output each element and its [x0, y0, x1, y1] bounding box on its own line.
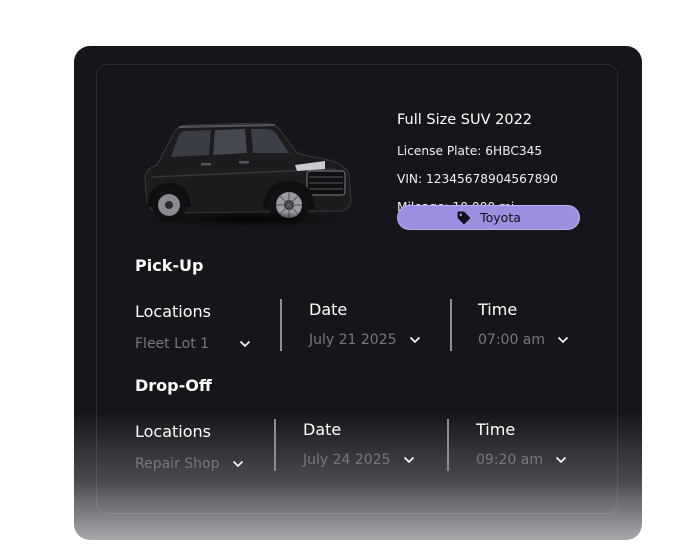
chevron-down-icon [403, 456, 414, 464]
chevron-down-icon [557, 336, 569, 344]
brand-label: Toyota [480, 210, 521, 225]
dropoff-location-value: Repair Shop [135, 456, 220, 472]
dropoff-time-select[interactable]: 09:20 am [476, 452, 567, 468]
dropoff-time-label: Time [476, 420, 516, 439]
license-plate: License Plate: 6HBC345 [397, 144, 543, 158]
field-divider [274, 419, 276, 471]
pickup-time-value: 07:00 am [478, 332, 546, 348]
vehicle-booking-card: Full Size SUV 2022 License Plate: 6HBC34… [74, 46, 642, 540]
chevron-down-icon [555, 456, 567, 464]
pickup-date-value: July 21 2025 [309, 332, 397, 348]
pickup-date-label: Date [309, 300, 348, 319]
brand-badge: Toyota [397, 205, 580, 230]
pickup-location-label: Locations [135, 302, 212, 321]
pickup-date-select[interactable]: July 21 2025 [309, 332, 421, 348]
dropoff-date-label: Date [303, 420, 342, 439]
chevron-down-icon [409, 336, 420, 344]
pickup-time-select[interactable]: 07:00 am [478, 332, 569, 348]
field-divider [280, 299, 282, 351]
tag-icon [457, 211, 471, 224]
vehicle-booking-inner-panel: Full Size SUV 2022 License Plate: 6HBC34… [96, 64, 618, 514]
vehicle-shadow [145, 211, 345, 227]
vehicle-title: Full Size SUV 2022 [397, 112, 533, 128]
pickup-section-title: Pick-Up [135, 256, 204, 275]
dropoff-date-select[interactable]: July 24 2025 [303, 452, 415, 468]
dropoff-section-title: Drop-Off [135, 376, 212, 395]
field-divider [450, 299, 452, 351]
field-divider [447, 419, 449, 471]
vehicle-image [135, 113, 357, 237]
pickup-location-value: Fleet Lot 1 [135, 336, 210, 352]
dropoff-location-label: Locations [135, 422, 212, 441]
dropoff-date-value: July 24 2025 [303, 452, 391, 468]
dropoff-time-value: 09:20 am [476, 452, 544, 468]
chevron-down-icon [232, 460, 243, 468]
vin-number: VIN: 12345678904567890 [397, 172, 558, 186]
dropoff-location-select[interactable]: Repair Shop [135, 456, 244, 472]
pickup-time-label: Time [478, 300, 518, 319]
chevron-down-icon [240, 340, 251, 348]
pickup-location-select[interactable]: Fleet Lot 1 [135, 336, 251, 352]
